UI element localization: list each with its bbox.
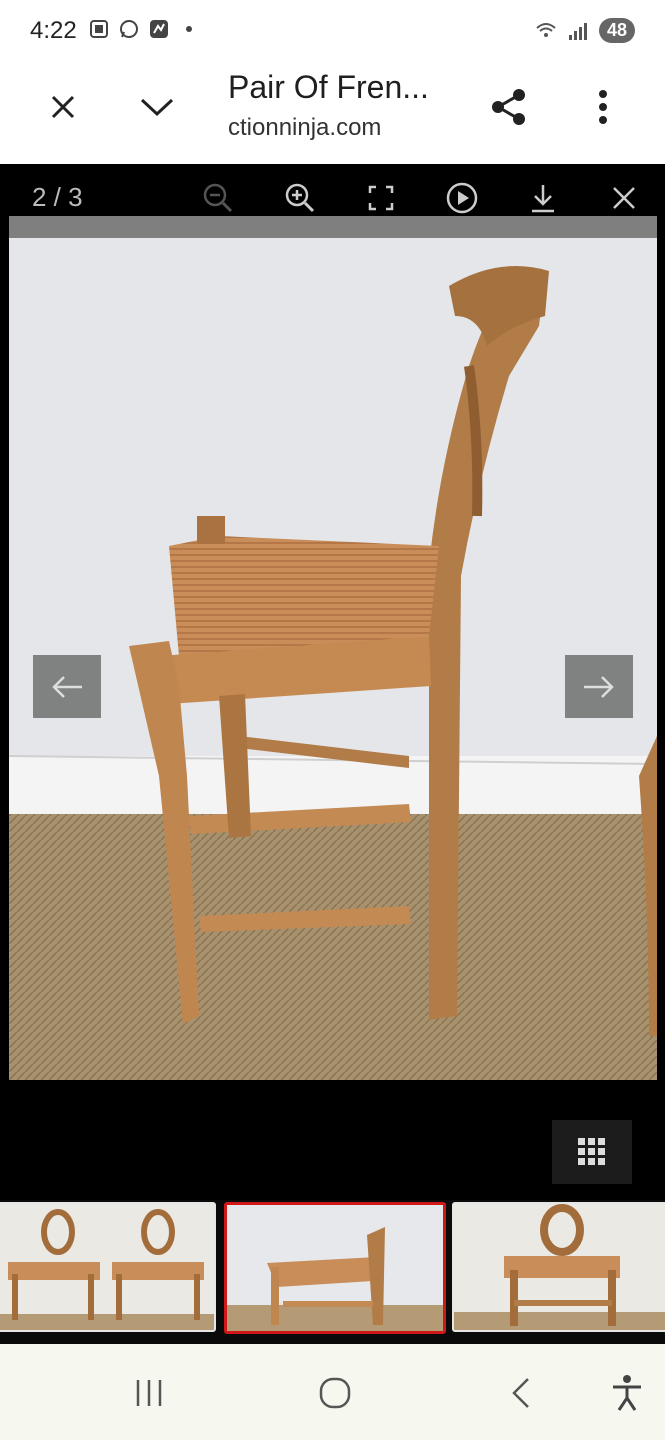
zoom-out-icon[interactable] <box>198 178 238 218</box>
home-icon[interactable] <box>310 1368 360 1418</box>
grid-view-button[interactable] <box>552 1120 632 1184</box>
notification-icons <box>88 18 192 40</box>
zoom-in-icon[interactable] <box>280 178 320 218</box>
main-photo[interactable] <box>9 216 657 1080</box>
grid-icon <box>578 1138 605 1165</box>
close-icon[interactable] <box>604 178 644 218</box>
share-icon[interactable] <box>484 82 534 132</box>
thumbnail-2[interactable] <box>224 1202 446 1334</box>
previous-image-button[interactable] <box>33 655 101 718</box>
thumbnail-3[interactable] <box>452 1202 665 1332</box>
signal-icon <box>567 20 589 42</box>
system-navigation-bar <box>0 1344 665 1440</box>
browser-toolbar: Pair Of Fren... ctionninja.com <box>0 64 665 164</box>
image-counter: 2 / 3 <box>32 182 83 212</box>
more-notifications-dot <box>186 26 192 32</box>
page-url: ctionninja.com <box>228 114 382 141</box>
app-notification-icon <box>148 18 170 40</box>
download-icon[interactable] <box>523 178 563 218</box>
play-icon[interactable] <box>442 178 482 218</box>
whatsapp-icon <box>118 18 140 40</box>
thumbnail-strip <box>0 1200 665 1344</box>
page-title: Pair Of Fren... <box>228 69 429 105</box>
screenshot-icon <box>88 18 110 40</box>
back-icon[interactable] <box>496 1368 546 1418</box>
thumbnail-1[interactable] <box>0 1202 216 1332</box>
chevron-down-icon[interactable] <box>132 82 182 132</box>
stool-photo <box>9 216 657 1080</box>
fullscreen-icon[interactable] <box>361 178 401 218</box>
next-image-button[interactable] <box>565 655 633 718</box>
wifi-icon <box>535 20 557 42</box>
status-bar: 4:22 48 <box>0 0 665 64</box>
more-vert-icon[interactable] <box>578 82 628 132</box>
image-viewer: 2 / 3 <box>0 164 665 1344</box>
arrow-left-icon <box>52 675 82 698</box>
close-icon[interactable] <box>38 82 88 132</box>
page-title-block[interactable]: Pair Of Fren... ctionninja.com <box>228 69 458 142</box>
accessibility-icon[interactable] <box>602 1368 652 1418</box>
battery-indicator: 48 <box>598 18 635 43</box>
viewer-toolbar: 2 / 3 <box>0 164 665 216</box>
arrow-right-icon <box>584 675 614 698</box>
status-time: 4:22 <box>30 17 77 44</box>
system-indicators: 48 <box>535 18 635 43</box>
recent-apps-icon[interactable] <box>124 1368 174 1418</box>
